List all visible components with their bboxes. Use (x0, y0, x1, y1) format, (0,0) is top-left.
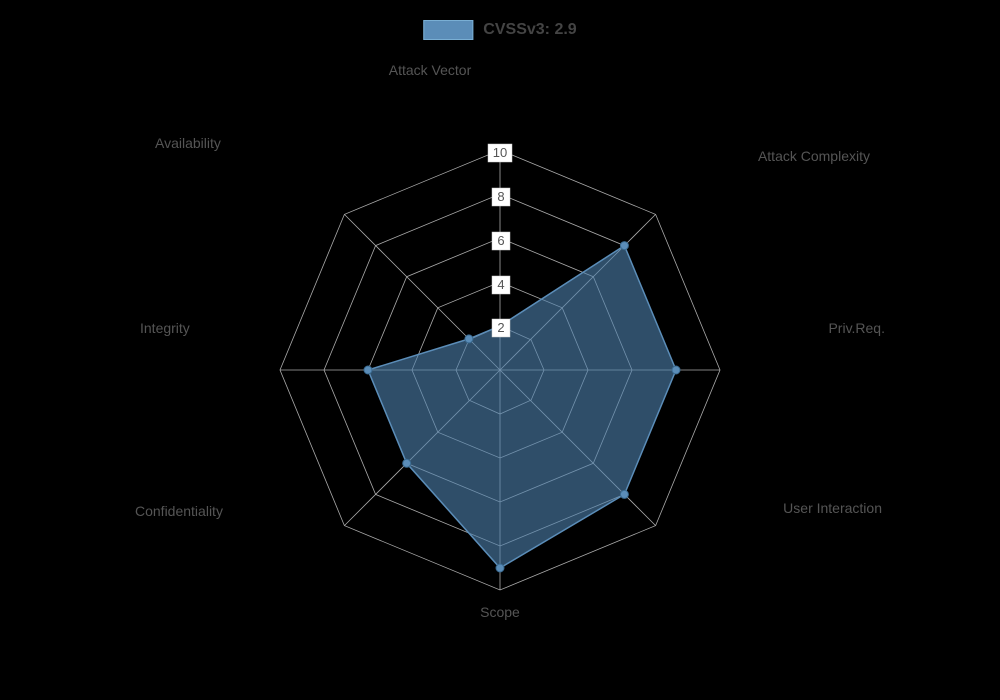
chart-container: CVSSv3: 2.9 Attack Vector Attack Complex… (0, 0, 1000, 700)
data-polygon (368, 246, 676, 568)
scale-8: 8 (497, 189, 504, 204)
dot-scope (496, 564, 504, 572)
dot-ac (620, 242, 628, 250)
dot-pr (672, 366, 680, 374)
scale-4: 4 (497, 277, 504, 292)
scale-2: 2 (497, 320, 504, 335)
dot-ui (620, 490, 628, 498)
dot-avail (465, 335, 473, 343)
radar-svg: .grid-line { stroke: #aaa; stroke-width:… (0, 0, 1000, 700)
scale-6: 6 (497, 233, 504, 248)
dot-conf (403, 459, 411, 467)
dot-int (364, 366, 372, 374)
scale-10: 10 (493, 145, 507, 160)
